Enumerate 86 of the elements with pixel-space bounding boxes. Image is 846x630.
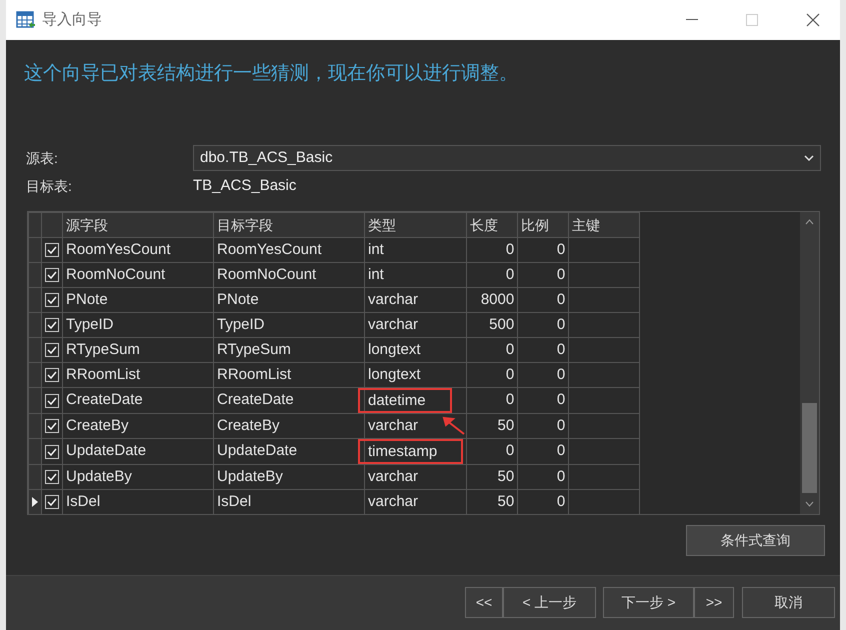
table-cell: UpdateBy <box>214 464 364 490</box>
table-cell: UpdateBy <box>62 464 214 490</box>
table-cell: CreateBy <box>62 414 214 438</box>
scroll-up-icon[interactable] <box>805 219 814 225</box>
table-cell: 0 <box>518 312 569 338</box>
table-cell: UpdateDate <box>214 438 364 464</box>
table-cell: RRoomList <box>62 362 214 388</box>
minimize-icon[interactable] <box>686 19 698 21</box>
last-button[interactable]: >> <box>694 587 734 618</box>
table-cell: 0 <box>518 362 569 388</box>
checkbox[interactable] <box>45 368 59 382</box>
table-cell: 50 <box>466 414 518 438</box>
table-cell: 0 <box>518 338 569 362</box>
arrow-annotation <box>442 416 466 436</box>
table-cell: 0 <box>466 438 518 464</box>
table-cell: 0 <box>466 338 518 362</box>
table-cell: varchar <box>364 464 467 490</box>
highlighted-type: timestamp <box>358 439 464 464</box>
table-cell: varchar <box>364 312 467 338</box>
source-table-dropdown[interactable]: dbo.TB_ACS_Basic <box>193 145 821 171</box>
cancel-button[interactable]: 取消 <box>742 587 835 618</box>
wizard-heading: 这个向导已对表结构进行一些猜测，现在你可以进行调整。 <box>24 62 519 86</box>
table-cell: RoomNoCount <box>214 262 364 288</box>
first-button[interactable]: << <box>465 587 503 618</box>
checkbox[interactable] <box>45 343 59 357</box>
target-table-name: TB_ACS_Basic <box>193 176 296 196</box>
table-cell: 0 <box>518 238 569 262</box>
checkbox[interactable] <box>45 243 59 257</box>
table-cell: 0 <box>518 388 569 414</box>
conditional-query-button[interactable]: 条件式查询 <box>686 525 825 556</box>
scrollbar-thumb[interactable] <box>802 403 818 493</box>
column-header[interactable]: 目标字段 <box>214 212 364 238</box>
checkbox[interactable] <box>45 394 59 408</box>
table-cell: RoomYesCount <box>62 238 214 262</box>
table-icon <box>16 10 36 30</box>
table-cell: RTypeSum <box>62 338 214 362</box>
checkbox[interactable] <box>45 419 59 433</box>
table-cell: longtext <box>364 362 467 388</box>
target-table-label: 目标表: <box>26 176 73 196</box>
table-cell: UpdateDate <box>62 438 214 464</box>
table-cell: int <box>364 262 467 288</box>
table-cell: CreateBy <box>214 414 364 438</box>
scroll-down-icon[interactable] <box>805 501 814 507</box>
previous-button[interactable]: < 上一步 <box>503 587 596 618</box>
checkbox[interactable] <box>45 444 59 458</box>
table-cell: 0 <box>518 438 569 464</box>
checkbox[interactable] <box>45 268 59 282</box>
table-cell: int <box>364 238 467 262</box>
close-icon[interactable] <box>806 13 820 27</box>
table-cell: 0 <box>518 414 569 438</box>
table-cell: 500 <box>466 312 518 338</box>
table-cell: CreateDate <box>214 388 364 414</box>
table-cell: RoomNoCount <box>62 262 214 288</box>
column-header[interactable]: 类型 <box>364 212 467 238</box>
column-header[interactable]: 主键 <box>568 212 640 238</box>
column-header[interactable]: 长度 <box>466 212 518 238</box>
table-cell: 0 <box>466 388 518 414</box>
table-cell: longtext <box>364 338 467 362</box>
scrollbar[interactable] <box>800 212 819 514</box>
source-table-label: 源表: <box>26 148 59 168</box>
checkbox[interactable] <box>45 293 59 307</box>
table-cell: TypeID <box>214 312 364 338</box>
table-cell: 0 <box>518 262 569 288</box>
checkbox[interactable] <box>45 495 59 509</box>
table-cell: 8000 <box>466 288 518 312</box>
column-header[interactable]: 比例 <box>518 212 569 238</box>
table-cell: TypeID <box>62 312 214 338</box>
table-cell: 0 <box>466 362 518 388</box>
table-cell: RoomYesCount <box>214 238 364 262</box>
checkbox[interactable] <box>45 470 59 484</box>
table-cell: PNote <box>62 288 214 312</box>
table-cell: RTypeSum <box>214 338 364 362</box>
table-cell: 0 <box>466 238 518 262</box>
window-title: 导入向导 <box>42 10 102 30</box>
table-cell: 50 <box>466 464 518 490</box>
table-cell: 0 <box>518 288 569 312</box>
checkbox[interactable] <box>45 318 59 332</box>
table-cell: 0 <box>518 464 569 490</box>
next-button[interactable]: 下一步 > <box>603 587 694 618</box>
table-cell: CreateDate <box>62 388 214 414</box>
table-cell: RRoomList <box>214 362 364 388</box>
highlighted-type: datetime <box>358 388 452 413</box>
column-header[interactable]: 源字段 <box>62 212 214 238</box>
table-cell: 0 <box>466 262 518 288</box>
table-cell: PNote <box>214 288 364 312</box>
table-cell: varchar <box>364 288 467 312</box>
